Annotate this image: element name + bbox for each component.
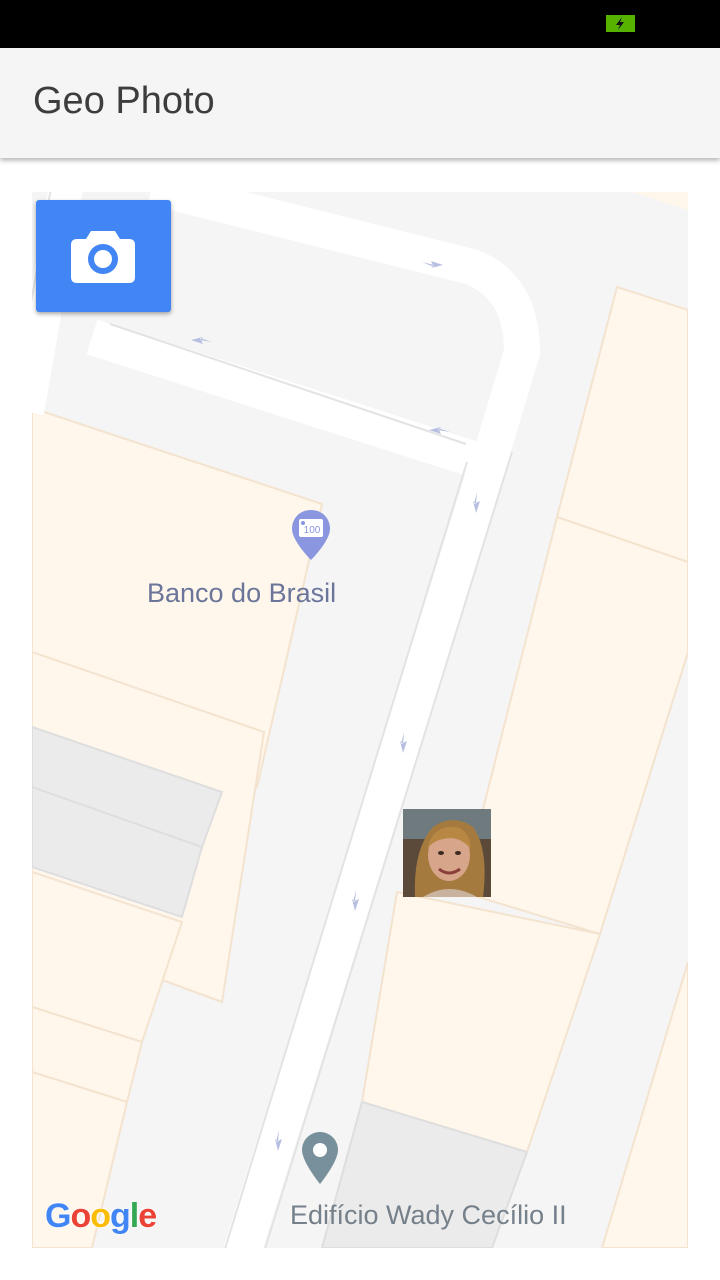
poi-label-bank[interactable]: Banco do Brasil xyxy=(147,578,336,609)
atm-icon[interactable]: 100 xyxy=(290,508,332,562)
camera-icon xyxy=(71,231,135,283)
battery-charging-icon xyxy=(606,15,635,32)
photo-marker[interactable] xyxy=(403,809,491,897)
google-logo-letter: e xyxy=(138,1197,157,1235)
map-pin-icon[interactable] xyxy=(300,1130,340,1186)
app-bar: Geo Photo xyxy=(0,48,720,158)
photo-thumbnail xyxy=(403,809,491,897)
google-logo-letter: g xyxy=(110,1197,131,1235)
google-logo-letter: l xyxy=(129,1197,140,1235)
svg-text:100: 100 xyxy=(304,525,321,536)
app-title: Geo Photo xyxy=(33,80,215,122)
status-bar xyxy=(0,0,720,48)
camera-button[interactable] xyxy=(36,200,171,312)
google-logo[interactable]: Google xyxy=(45,1197,157,1236)
map-view[interactable]: 100 Banco do Brasil Edifício Wady Cecíli… xyxy=(32,192,688,1248)
map-tiles xyxy=(32,192,688,1248)
google-logo-letter: G xyxy=(45,1197,71,1235)
poi-label-building[interactable]: Edifício Wady Cecílio II xyxy=(290,1200,567,1231)
google-logo-letter: o xyxy=(90,1197,111,1235)
google-logo-letter: o xyxy=(70,1197,91,1235)
